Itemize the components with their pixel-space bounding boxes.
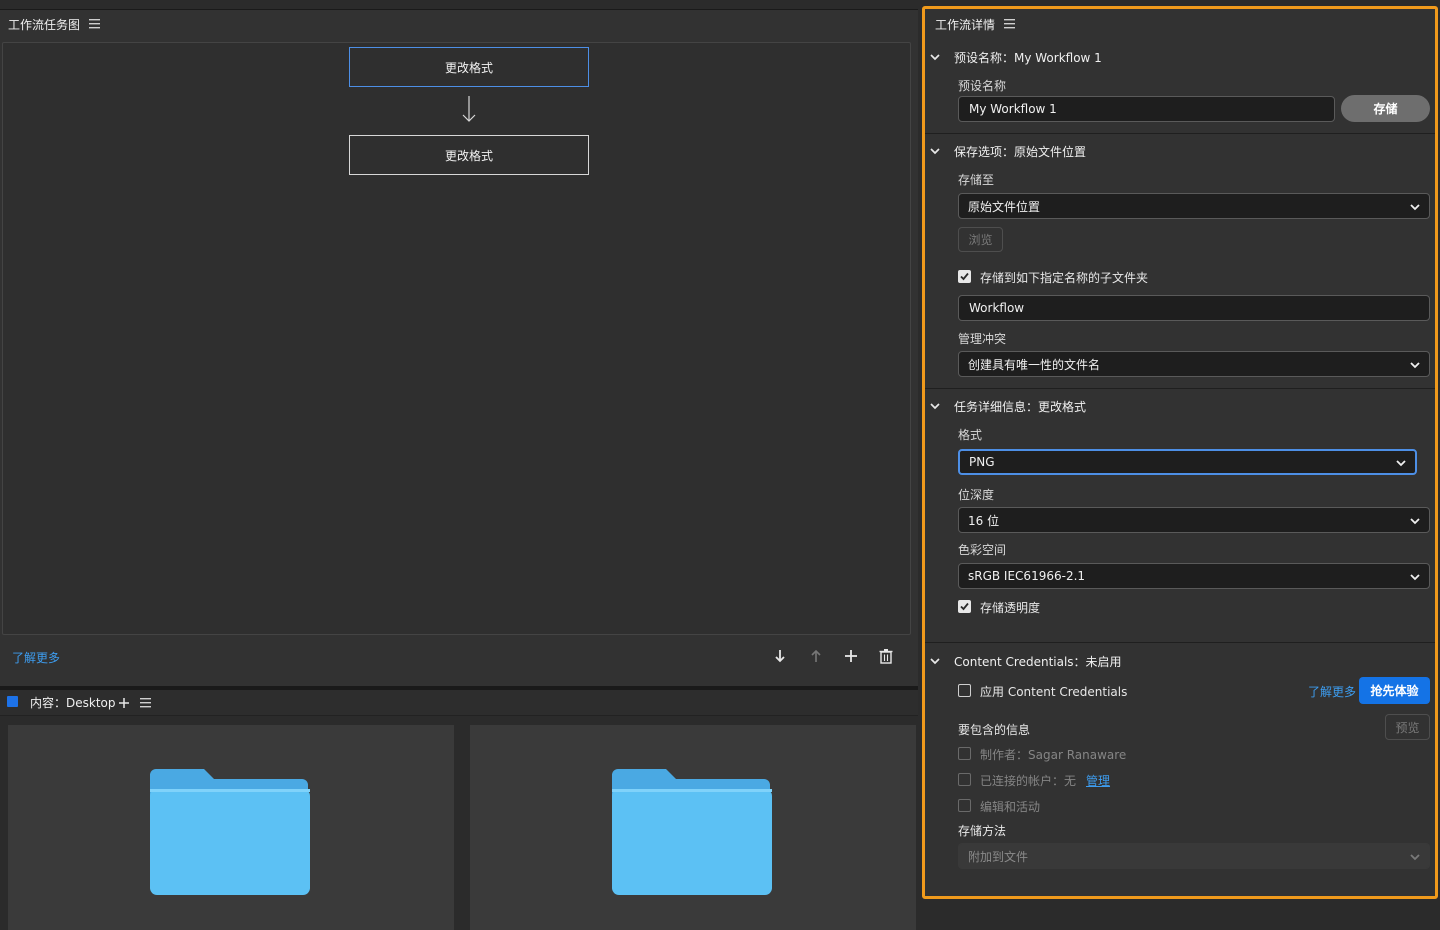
details-title: 工作流详情 — [935, 18, 996, 32]
preset-name-input[interactable]: My Workflow 1 — [958, 96, 1335, 122]
chevron-down-icon[interactable] — [929, 655, 941, 667]
transparency-checkbox-label[interactable]: 存储透明度 — [980, 599, 1040, 616]
color-space-value: sRGB IEC61966-2.1 — [968, 569, 1086, 583]
task-details-section-title[interactable]: 任务详细信息：更改格式 — [954, 398, 1086, 415]
chevron-down-icon — [1396, 460, 1406, 467]
details-menu-icon[interactable] — [1004, 19, 1016, 29]
chevron-down-icon — [1410, 204, 1420, 211]
folder-icon — [150, 769, 310, 895]
workflow-details-panel: 工作流详情 预设名称：My Workflow 1 预设名称 My Workflo… — [918, 0, 1440, 930]
chevron-down-icon — [1410, 574, 1420, 581]
checkmark-icon — [960, 272, 969, 281]
storage-method-select[interactable]: 附加到文件 — [958, 843, 1430, 869]
content-toolbar: 内容：Desktop — [0, 690, 918, 716]
subfolder-name-input[interactable]: Workflow — [958, 295, 1430, 321]
save-options-section-title[interactable]: 保存选项：原始文件位置 — [954, 143, 1086, 160]
section-divider — [924, 642, 1435, 643]
content-location-label: 内容：Desktop — [30, 696, 116, 710]
conflict-label: 管理冲突 — [958, 332, 1007, 346]
trash-icon[interactable] — [878, 648, 894, 664]
edits-activity-checkbox[interactable] — [958, 799, 971, 812]
conflict-value: 创建具有唯一性的文件名 — [968, 357, 1101, 372]
folder-icon — [612, 769, 772, 895]
chevron-down-icon[interactable] — [929, 51, 941, 63]
workflow-graph-title: 工作流任务图 — [8, 18, 81, 32]
chevron-down-icon[interactable] — [929, 400, 941, 412]
move-down-icon[interactable] — [772, 648, 788, 664]
add-icon[interactable] — [843, 648, 859, 664]
learn-more-link[interactable]: 了解更多 — [12, 649, 60, 666]
content-panel: 内容：Desktop — [0, 690, 918, 930]
save-to-label: 存储至 — [958, 173, 995, 187]
browse-button[interactable]: 浏览 — [958, 227, 1003, 252]
producer-checkbox[interactable] — [958, 747, 971, 760]
transparency-checkbox[interactable] — [958, 600, 971, 613]
content-credentials-section-title[interactable]: Content Credentials：未启用 — [954, 653, 1122, 670]
producer-label: 制作者：Sagar Ranaware — [980, 748, 1127, 762]
panel-top-strip — [0, 0, 918, 10]
chevron-down-icon — [1410, 518, 1420, 525]
save-to-select[interactable]: 原始文件位置 — [958, 193, 1430, 219]
checkmark-icon — [960, 602, 969, 611]
manage-accounts-link[interactable]: 管理 — [1086, 772, 1110, 789]
folder-tile[interactable] — [8, 725, 454, 930]
workflow-node[interactable]: 更改格式 — [349, 135, 589, 175]
panel-menu-icon[interactable] — [89, 19, 101, 29]
subfolder-checkbox[interactable] — [958, 270, 971, 283]
workflow-graph-panel: 工作流任务图 更改格式 更改格式 了解更多 — [0, 0, 918, 686]
connected-accounts-label: 已连接的帐户：无 — [980, 774, 1077, 788]
color-space-label: 色彩空间 — [958, 543, 1007, 557]
preset-section-title[interactable]: 预设名称：My Workflow 1 — [954, 49, 1102, 66]
apply-credentials-checkbox[interactable] — [958, 684, 971, 697]
content-menu-icon[interactable] — [140, 698, 152, 708]
apply-credentials-label[interactable]: 应用 Content Credentials — [980, 683, 1127, 700]
chevron-down-icon — [1410, 854, 1420, 861]
save-to-value: 原始文件位置 — [968, 199, 1041, 214]
format-select[interactable]: PNG — [958, 449, 1417, 475]
include-info-label: 要包含的信息 — [958, 723, 1031, 737]
workflow-graph-canvas[interactable]: 更改格式 更改格式 — [2, 42, 911, 635]
section-divider — [924, 388, 1435, 389]
workflow-node[interactable]: 更改格式 — [349, 47, 589, 87]
arrow-down-connector-icon — [462, 96, 476, 122]
chevron-down-icon[interactable] — [929, 145, 941, 157]
conflict-select[interactable]: 创建具有唯一性的文件名 — [958, 351, 1430, 377]
section-divider — [924, 133, 1435, 134]
bit-depth-value: 16 位 — [968, 513, 1000, 528]
add-location-icon[interactable] — [118, 697, 130, 709]
storage-method-label: 存储方法 — [958, 824, 1007, 838]
format-value: PNG — [969, 455, 995, 469]
content-color-badge — [7, 696, 18, 707]
bit-depth-select[interactable]: 16 位 — [958, 507, 1430, 533]
format-label: 格式 — [958, 428, 983, 442]
connected-accounts-checkbox[interactable] — [958, 773, 971, 786]
credentials-learn-more-link[interactable]: 了解更多 — [1308, 683, 1356, 700]
bit-depth-label: 位深度 — [958, 488, 995, 502]
folder-tile[interactable] — [470, 725, 916, 930]
edits-activity-label: 编辑和活动 — [980, 800, 1041, 814]
color-space-select[interactable]: sRGB IEC61966-2.1 — [958, 563, 1430, 589]
save-preset-button[interactable]: 存储 — [1341, 95, 1430, 122]
subfolder-checkbox-label[interactable]: 存储到如下指定名称的子文件夹 — [980, 269, 1148, 286]
storage-method-value: 附加到文件 — [968, 849, 1029, 864]
move-up-icon[interactable] — [808, 648, 824, 664]
chevron-down-icon — [1410, 362, 1420, 369]
preset-name-label: 预设名称 — [958, 79, 1007, 93]
try-early-button[interactable]: 抢先体验 — [1359, 677, 1430, 704]
preview-button[interactable]: 预览 — [1385, 714, 1430, 740]
